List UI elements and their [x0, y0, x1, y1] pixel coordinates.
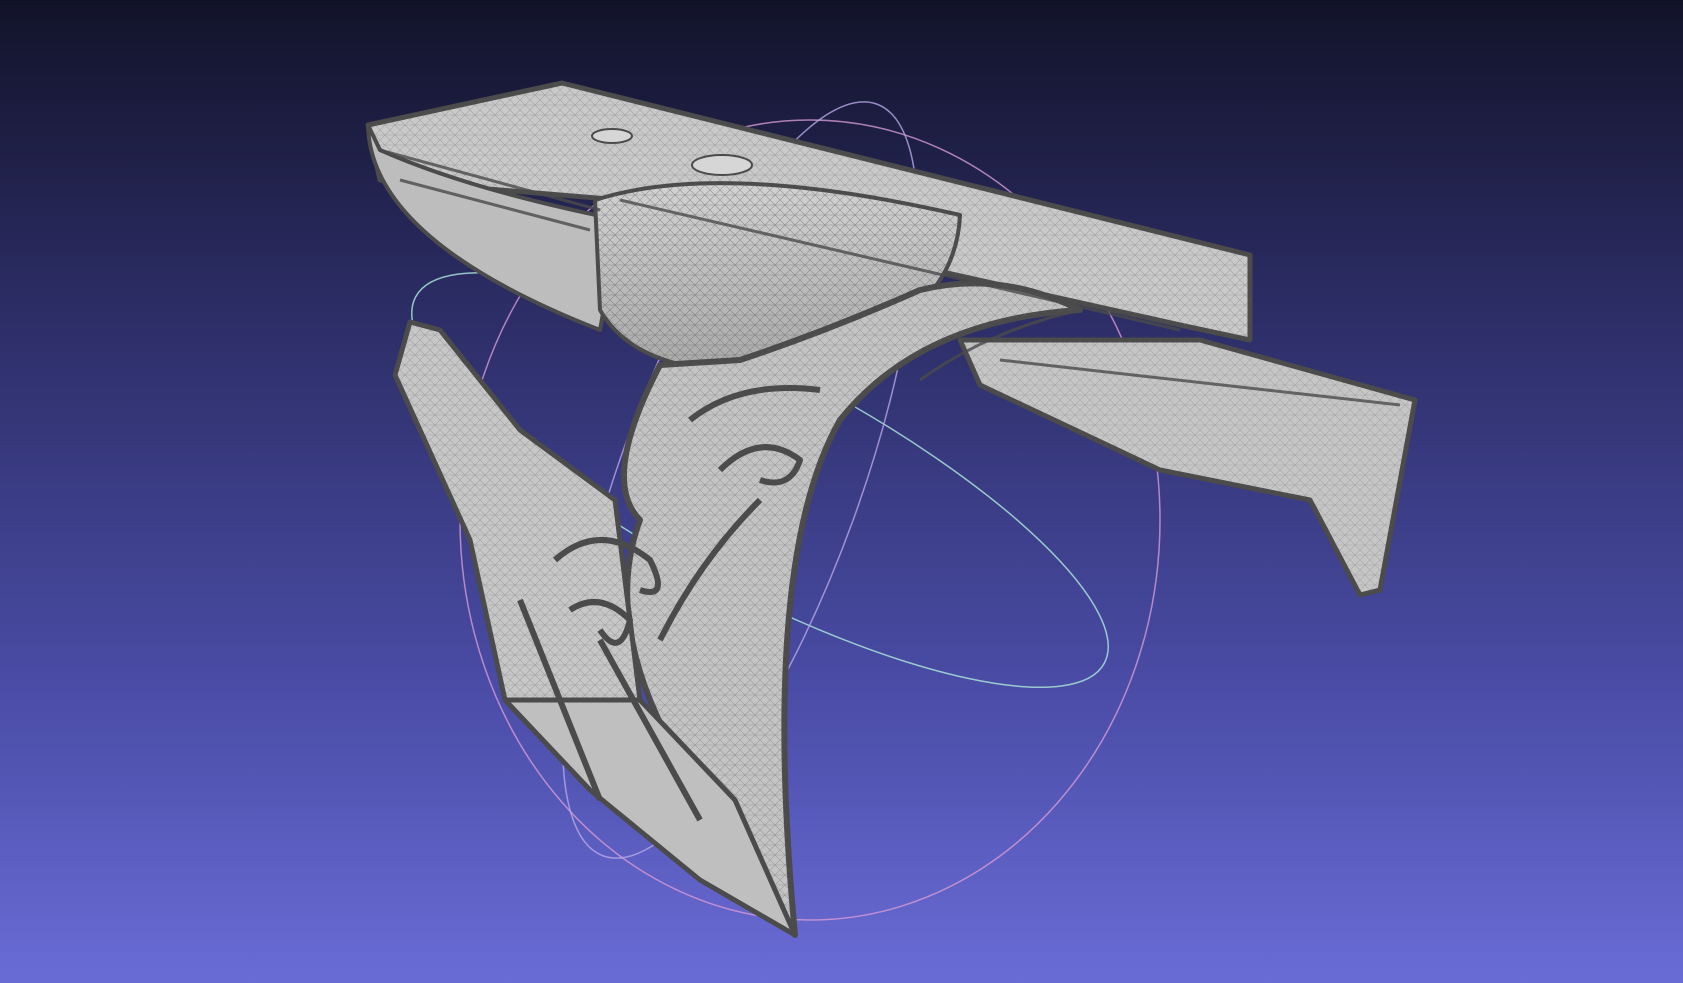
3d-viewport[interactable]	[0, 0, 1683, 983]
mesh-scene[interactable]	[0, 0, 1683, 983]
mesh-model[interactable]	[365, 80, 1418, 938]
mesh-bowl-cap	[691, 154, 753, 176]
mesh-right-arm-wire	[960, 340, 1415, 595]
mesh-small-cap	[591, 128, 633, 144]
